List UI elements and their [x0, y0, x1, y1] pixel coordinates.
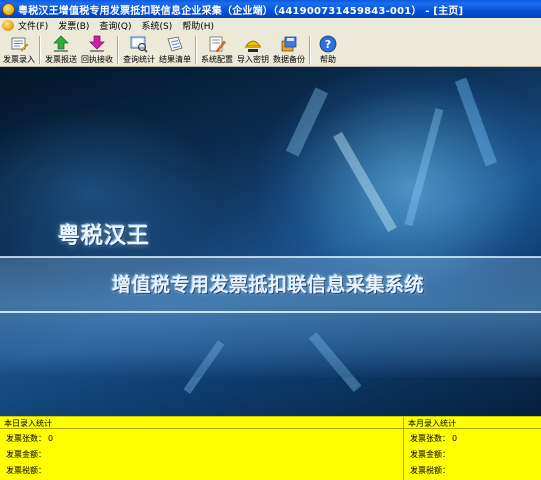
banner-glow	[0, 107, 220, 277]
menu-invoice[interactable]: 发票(B)	[58, 19, 89, 32]
monthly-count-value: 0	[452, 434, 458, 443]
daily-stats-panel: 本日录入统计 发票张数： 0 发票金额： 发票税额：	[0, 417, 404, 480]
monthly-count-row: 发票张数： 0	[410, 433, 457, 444]
menu-app-icon[interactable]	[2, 20, 14, 31]
receipt-receive-button[interactable]: 回执接收	[79, 33, 115, 66]
menu-query[interactable]: 查询(Q)	[99, 19, 131, 32]
query-stats-button[interactable]: 查询统计	[121, 33, 157, 66]
help-button[interactable]: ? 帮助	[313, 33, 343, 66]
download-arrow-icon	[89, 35, 105, 52]
help-icon: ?	[319, 35, 337, 53]
menu-system[interactable]: 系统(S)	[142, 19, 173, 32]
system-subtitle: 增值税专用发票抵扣联信息采集系统	[112, 274, 425, 296]
brand-logo-text: 粤税汉王	[58, 224, 151, 249]
toolbar-separator	[195, 36, 197, 64]
system-config-icon	[209, 36, 226, 53]
import-key-label: 导入密钥	[237, 55, 269, 64]
invoice-submit-label: 发票报送	[45, 55, 77, 64]
daily-count-value: 0	[48, 434, 54, 443]
monthly-amount-label: 发票金额：	[410, 450, 450, 459]
system-config-label: 系统配置	[201, 55, 233, 64]
home-banner: 粤税汉王 增值税专用发票抵扣联信息采集系统	[0, 67, 541, 416]
monthly-amount-row: 发票金额：	[410, 449, 452, 460]
data-backup-icon	[281, 36, 297, 52]
toolbar-separator	[39, 36, 41, 64]
system-config-button[interactable]: 系统配置	[199, 33, 235, 66]
menu-bar: 文件(F) 发票(B) 查询(Q) 系统(S) 帮助(H)	[0, 18, 541, 33]
data-backup-button[interactable]: 数据备份	[271, 33, 307, 66]
query-stats-label: 查询统计	[123, 55, 155, 64]
invoice-entry-icon	[11, 37, 28, 52]
import-key-button[interactable]: 导入密钥	[235, 33, 271, 66]
toolbar: 发票录入 发票报送 回执接收 查询统计 结果清单 系统配置 导入密钥 数据备份 …	[0, 33, 541, 67]
upload-arrow-icon	[53, 35, 69, 52]
invoice-submit-button[interactable]: 发票报送	[43, 33, 79, 66]
banner-rule	[0, 256, 541, 258]
monthly-count-label: 发票张数：	[410, 434, 450, 443]
daily-tax-label: 发票税额：	[6, 466, 46, 475]
result-list-label: 结果清单	[159, 55, 191, 64]
help-label: 帮助	[320, 55, 336, 64]
daily-amount-label: 发票金额：	[6, 450, 46, 459]
menu-file[interactable]: 文件(F)	[18, 19, 48, 32]
query-stats-icon	[130, 36, 148, 53]
statistics-bar: 本日录入统计 发票张数： 0 发票金额： 发票税额： 本月录入统计 发票张数： 0 …	[0, 416, 541, 480]
banner-rule	[0, 311, 541, 313]
divider	[0, 428, 403, 429]
app-logo-icon	[2, 2, 15, 16]
import-key-icon	[245, 40, 261, 52]
daily-amount-row: 发票金额：	[6, 449, 48, 460]
monthly-tax-label: 发票税额：	[410, 466, 450, 475]
toolbar-separator	[117, 36, 119, 64]
result-list-button[interactable]: 结果清单	[157, 33, 193, 66]
data-backup-label: 数据备份	[273, 55, 305, 64]
toolbar-separator	[309, 36, 311, 64]
result-list-icon	[167, 36, 183, 52]
receipt-receive-label: 回执接收	[81, 55, 113, 64]
monthly-stats-panel: 本月录入统计 发票张数： 0 发票金额： 发票税额：	[404, 417, 541, 480]
invoice-entry-label: 发票录入	[3, 55, 35, 64]
daily-count-label: 发票张数：	[6, 434, 46, 443]
window-title: 粤税汉王增值税专用发票抵扣联信息企业采集（企业端）（44190073145984…	[18, 5, 464, 17]
menu-help[interactable]: 帮助(H)	[182, 19, 214, 32]
svg-text:?: ?	[325, 38, 331, 51]
daily-tax-row: 发票税额：	[6, 465, 48, 476]
monthly-tax-row: 发票税额：	[410, 465, 452, 476]
divider	[404, 428, 541, 429]
invoice-entry-button[interactable]: 发票录入	[1, 33, 37, 66]
daily-count-row: 发票张数： 0	[6, 433, 53, 444]
title-bar[interactable]: 粤税汉王增值税专用发票抵扣联信息企业采集（企业端）（44190073145984…	[0, 0, 541, 18]
